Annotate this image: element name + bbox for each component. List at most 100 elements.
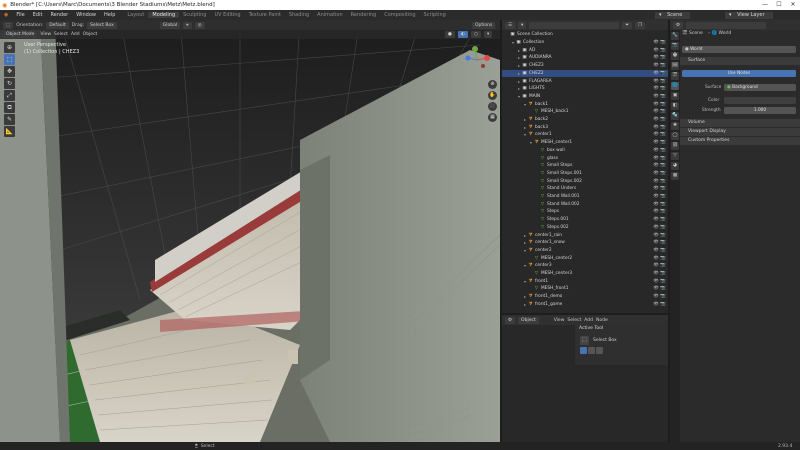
tab-scripting[interactable]: Scripting xyxy=(420,12,450,18)
menu-file[interactable]: File xyxy=(12,12,28,18)
outliner-row[interactable]: ▽ Stand Wall.001 👁 📷 xyxy=(502,193,668,201)
object-dropdown[interactable]: Object xyxy=(518,316,539,324)
tab-shading[interactable]: Shading xyxy=(285,12,313,18)
particles-tab-icon[interactable]: ✺ xyxy=(671,122,679,130)
visibility-eye-icon[interactable]: 👁 xyxy=(653,94,659,99)
render-camera-icon[interactable]: 📷 xyxy=(660,248,666,253)
outliner-row[interactable]: ▸ ▣ CHEZ2 👁 📷 xyxy=(502,69,668,78)
visibility-eye-icon[interactable]: 👁 xyxy=(653,79,659,84)
texture-tab-icon[interactable]: ▩ xyxy=(671,172,679,180)
transform-tool-icon[interactable]: ⬚ xyxy=(3,21,14,29)
render-camera-icon[interactable]: 📷 xyxy=(660,286,666,291)
render-camera-icon[interactable]: 📷 xyxy=(660,263,666,268)
outliner-row[interactable]: ▽ box wall 👁 📷 xyxy=(502,147,668,155)
visibility-eye-icon[interactable]: 👁 xyxy=(653,263,659,268)
visibility-eye-icon[interactable]: 👁 xyxy=(653,179,659,184)
render-camera-icon[interactable]: 📷 xyxy=(660,163,666,168)
render-camera-icon[interactable]: 📷 xyxy=(660,240,666,245)
surface-shader-field[interactable]: ● Background xyxy=(724,84,796,91)
tab-uv-editing[interactable]: UV Editing xyxy=(210,12,244,18)
render-camera-icon[interactable]: 📷 xyxy=(660,194,666,199)
constraints-tab-icon[interactable]: ⛓ xyxy=(671,142,679,150)
render-camera-icon[interactable]: 📷 xyxy=(660,186,666,191)
outliner-row[interactable]: ▽ Small Steps.001 👁 📷 xyxy=(502,170,668,178)
outliner-type-icon[interactable]: ☰ xyxy=(505,21,516,29)
tab-animation[interactable]: Animation xyxy=(313,12,347,18)
menu-object[interactable]: Object xyxy=(83,32,98,37)
outliner-row[interactable]: ▾ ⧩ MESH_center1 👁 📷 xyxy=(502,139,668,147)
editor-type-icon[interactable]: ⚙ xyxy=(673,21,684,29)
mode-extend-icon[interactable] xyxy=(588,347,595,354)
visibility-eye-icon[interactable]: 👁 xyxy=(653,117,659,122)
visibility-eye-icon[interactable]: 👁 xyxy=(653,294,659,299)
visibility-eye-icon[interactable]: 👁 xyxy=(653,225,659,230)
render-camera-icon[interactable]: 📷 xyxy=(660,63,666,68)
render-camera-icon[interactable]: 📷 xyxy=(660,156,666,161)
modifier-tab-icon[interactable]: 🔩 xyxy=(671,112,679,120)
outliner-row[interactable]: ▸ ⧩ front1_game 👁 📷 xyxy=(502,301,668,309)
custom-properties-section[interactable]: Custom Properties xyxy=(680,137,800,145)
mode-set-icon[interactable] xyxy=(580,347,587,354)
visibility-eye-icon[interactable]: 👁 xyxy=(653,256,659,261)
visibility-eye-icon[interactable]: 👁 xyxy=(653,148,659,153)
render-camera-icon[interactable]: 📷 xyxy=(660,102,666,107)
render-camera-icon[interactable]: 📷 xyxy=(660,179,666,184)
physics-tab-icon[interactable]: ◯ xyxy=(671,132,679,140)
output-tab-icon[interactable]: 🖶 xyxy=(671,52,679,60)
visibility-eye-icon[interactable]: 👁 xyxy=(653,48,659,53)
menu-window[interactable]: Window xyxy=(72,12,100,18)
visibility-eye-icon[interactable]: 👁 xyxy=(653,163,659,168)
outliner-row[interactable]: ▾ ▣ MAIN 👁 📷 xyxy=(502,93,668,101)
outliner-row[interactable]: ▸ ▣ FLAGAREA 👁 📷 xyxy=(502,77,668,85)
outliner-row[interactable]: ▽ glass 👁 📷 xyxy=(502,154,668,162)
visibility-eye-icon[interactable]: 👁 xyxy=(653,248,659,253)
render-camera-icon[interactable]: 📷 xyxy=(660,302,666,307)
drag-dropdown[interactable]: Select Box xyxy=(87,21,117,29)
outliner-row[interactable]: ▽ MESH_front1 👁 📷 xyxy=(502,285,668,293)
zoom-icon[interactable]: ⊕ xyxy=(488,80,497,89)
visibility-eye-icon[interactable]: 👁 xyxy=(653,71,659,76)
filter-icon[interactable]: ⏷ xyxy=(622,21,632,29)
view-layer-tab-icon[interactable]: 🖼 xyxy=(671,62,679,70)
camera-view-icon[interactable]: 🎥 xyxy=(488,102,497,111)
tab-sculpting[interactable]: Sculpting xyxy=(179,12,210,18)
render-camera-icon[interactable]: 📷 xyxy=(660,109,666,114)
tab-texture-paint[interactable]: Texture Paint xyxy=(245,12,285,18)
collection-tab-icon[interactable]: ▣ xyxy=(671,92,679,100)
shading-render-icon[interactable]: ○ xyxy=(471,31,481,38)
mode-dropdown[interactable]: Object Mode xyxy=(3,31,38,38)
visibility-eye-icon[interactable]: 👁 xyxy=(653,55,659,60)
outliner-row[interactable]: ▾ ▣ Collection 👁 📷 xyxy=(502,39,668,47)
outliner-row[interactable]: ▾ ⧩ center3 👁 📷 xyxy=(502,262,668,270)
properties-search-input[interactable] xyxy=(686,21,767,29)
render-camera-icon[interactable]: 📷 xyxy=(660,209,666,214)
outliner-row[interactable]: ▽ Small Steps.002 👁 📷 xyxy=(502,177,668,185)
shading-options-icon[interactable]: ▾ xyxy=(484,31,493,38)
tab-layout[interactable]: Layout xyxy=(123,12,148,18)
rotate-tool-icon[interactable]: ↻ xyxy=(4,78,15,89)
visibility-eye-icon[interactable]: 👁 xyxy=(653,156,659,161)
outliner-row[interactable]: ▸ ⧩ back2 👁 📷 xyxy=(502,116,668,124)
outliner-row[interactable]: ▾ ⧩ front1 👁 📷 xyxy=(502,277,668,285)
render-camera-icon[interactable]: 📷 xyxy=(660,217,666,222)
close-button[interactable]: ✕ xyxy=(786,0,800,10)
render-camera-icon[interactable]: 📷 xyxy=(660,256,666,261)
shading-material-icon[interactable]: ◐ xyxy=(458,31,468,38)
render-camera-icon[interactable]: 📷 xyxy=(660,279,666,284)
mode-subtract-icon[interactable] xyxy=(596,347,603,354)
visibility-eye-icon[interactable]: 👁 xyxy=(653,194,659,199)
select-box-tool-icon[interactable]: ⬚ xyxy=(4,54,15,65)
render-camera-icon[interactable]: 📷 xyxy=(660,171,666,176)
render-camera-icon[interactable]: 📷 xyxy=(660,40,666,45)
menu-select[interactable]: Select xyxy=(54,32,68,37)
pan-hand-icon[interactable]: ✋ xyxy=(488,91,497,100)
menu-node[interactable]: Node xyxy=(596,318,608,323)
tab-rendering[interactable]: Rendering xyxy=(347,12,381,18)
viewport-display-section[interactable]: Viewport Display xyxy=(680,128,800,136)
scale-tool-icon[interactable]: ⤢ xyxy=(4,90,15,101)
transform-tool-icon[interactable]: ⧉ xyxy=(4,102,15,113)
view-layer-selector[interactable]: ▾ View Layer xyxy=(725,11,773,19)
strength-field[interactable]: 1.000 xyxy=(724,107,796,114)
outliner-row[interactable]: ▽ Stand Wall.002 👁 📷 xyxy=(502,200,668,208)
menu-add[interactable]: Add xyxy=(71,32,80,37)
